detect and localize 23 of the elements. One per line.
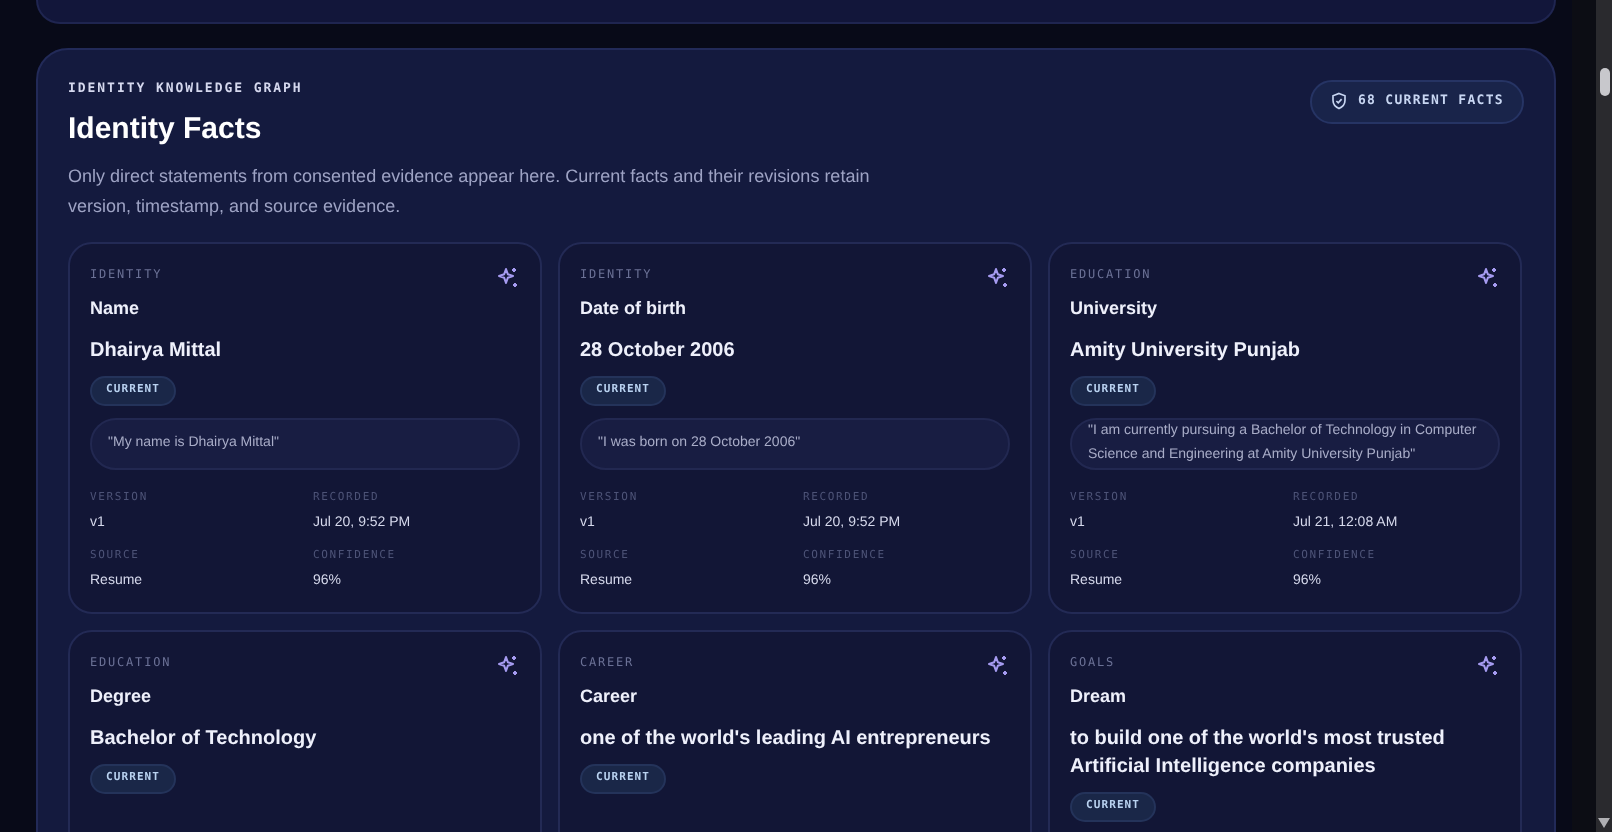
sparkle-icon	[496, 266, 520, 291]
fact-label: Dream	[1070, 684, 1127, 711]
fact-value: one of the world's leading AI entrepreneurs	[580, 725, 991, 754]
sparkle-icon	[986, 266, 1010, 291]
fact-label: Career	[580, 684, 638, 711]
sparkle-icon	[496, 654, 520, 679]
fact-label: Degree	[90, 684, 152, 711]
sparkle-icon	[1476, 654, 1500, 679]
fact-value: Bachelor of Technology	[90, 725, 317, 754]
fact-value: to build one of the world's most trusted Artificial Intelligence companies	[1070, 725, 1447, 782]
shield-check-icon	[1329, 92, 1348, 111]
sparkle-icon	[1476, 266, 1500, 291]
fact-value: 28 October 2006	[580, 337, 735, 366]
scrollbar-thumb[interactable]	[1599, 68, 1609, 96]
sparkle-icon	[986, 654, 1010, 679]
scroll-down-icon[interactable]	[1598, 818, 1610, 828]
fact-value: Dhairya Mittal	[90, 337, 222, 366]
fact-label: University	[1070, 296, 1158, 323]
fact-label: Name	[90, 296, 140, 323]
fact-value: Amity University Punjab	[1070, 337, 1301, 366]
section-title: Identity Facts	[68, 109, 262, 150]
section-description: Only direct statements from consented evidence appear here. Current facts and their revisions retain version, timestamp, and source evidence.	[68, 164, 872, 221]
fact-label: Date of birth	[580, 296, 686, 323]
